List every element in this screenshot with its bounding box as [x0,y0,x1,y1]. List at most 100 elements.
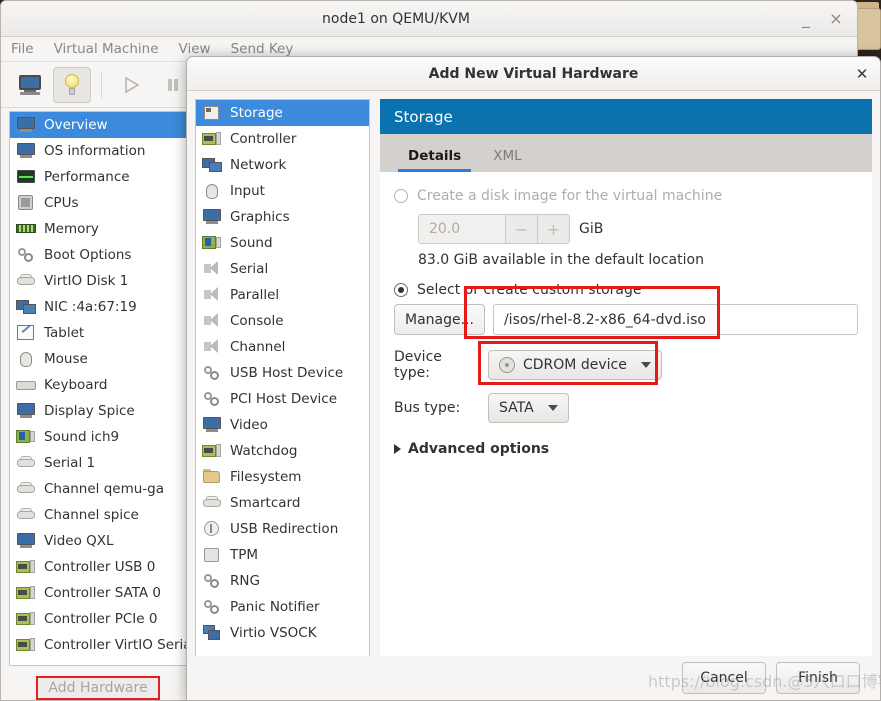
vm-hardware-item-label: Memory [44,221,99,237]
disk-size-value[interactable]: 20.0 [419,215,505,243]
hardware-type-item-panic-notifier[interactable]: Panic Notifier [196,594,369,620]
menu-send-key[interactable]: Send Key [231,41,294,57]
vm-hardware-item-controller-virtio-serial[interactable]: Controller VirtIO Serial [10,632,186,658]
vm-hardware-item-memory[interactable]: Memory [10,216,186,242]
hardware-type-item-graphics[interactable]: Graphics [196,204,369,230]
hardware-type-item-usb-host-device[interactable]: USB Host Device [196,360,369,386]
vm-hardware-item-os-information[interactable]: OS information [10,138,186,164]
hardware-type-item-smartcard[interactable]: Smartcard [196,490,369,516]
controller-card-icon [202,442,222,460]
vm-hardware-item-nic-4a-67-19[interactable]: NIC :4a:67:19 [10,294,186,320]
vm-hardware-item-mouse[interactable]: Mouse [10,346,186,372]
hardware-type-item-channel[interactable]: Channel [196,334,369,360]
hardware-type-item-usb-redirection[interactable]: USB Redirection [196,516,369,542]
monitor-icon [18,74,42,95]
hardware-type-item-parallel[interactable]: Parallel [196,282,369,308]
bus-type-row: Bus type: SATA [394,393,858,423]
sound-card-icon [16,428,36,446]
play-icon [125,76,140,93]
usb-icon [202,520,222,538]
hardware-type-item-label: Panic Notifier [230,599,320,615]
disk-size-increment-button[interactable]: + [537,215,569,243]
network-icon [202,156,222,174]
vm-hardware-item-label: Controller USB 0 [44,559,156,575]
run-button[interactable] [112,67,150,103]
create-disk-radio[interactable] [394,189,408,203]
hardware-type-item-video[interactable]: Video [196,412,369,438]
vm-hardware-item-cpus[interactable]: CPUs [10,190,186,216]
vm-hardware-item-virtio-disk-1[interactable]: VirtIO Disk 1 [10,268,186,294]
device-type-dropdown[interactable]: CDROM device [488,350,662,380]
monitor-icon [16,402,36,420]
vm-hardware-item-video-qxl[interactable]: Video QXL [10,528,186,554]
console-view-button[interactable] [11,67,49,103]
hardware-type-item-label: Input [230,183,265,199]
manage-button[interactable]: Manage... [394,304,485,335]
network-icon [16,298,36,316]
vm-hardware-item-sound-ich9[interactable]: Sound ich9 [10,424,186,450]
hardware-type-item-pci-host-device[interactable]: PCI Host Device [196,386,369,412]
disk-size-decrement-button[interactable]: − [505,215,537,243]
add-hardware-button[interactable]: Add Hardware [36,676,160,700]
vm-hardware-item-channel-spice[interactable]: Channel spice [10,502,186,528]
hardware-type-item-label: USB Redirection [230,521,339,537]
dialog-close-icon[interactable]: ✕ [852,64,872,84]
vm-hardware-item-tablet[interactable]: Tablet [10,320,186,346]
finish-button[interactable]: Finish [776,662,860,694]
hardware-type-item-tpm[interactable]: TPM [196,542,369,568]
custom-storage-option-row[interactable]: Select or create custom storage [394,282,858,298]
folder-icon [202,468,222,486]
monitor-icon [16,116,36,134]
menu-file[interactable]: File [11,41,34,57]
hardware-type-item-virtio-vsock[interactable]: Virtio VSOCK [196,620,369,646]
hardware-type-item-storage[interactable]: Storage [196,100,369,126]
toolbar-separator [101,71,102,98]
menu-view[interactable]: View [179,41,211,57]
vm-hardware-item-serial-1[interactable]: Serial 1 [10,450,186,476]
vm-hardware-item-display-spice[interactable]: Display Spice [10,398,186,424]
storage-path-input[interactable]: /isos/rhel-8.2-x86_64-dvd.iso [492,304,858,335]
panel-tabs: Details XML [380,134,872,172]
disk-size-spinner[interactable]: 20.0 − + [418,214,570,244]
vm-hardware-list[interactable]: Overview OS information Performance CPUs Mem… [9,111,187,666]
hardware-type-item-rng[interactable]: RNG [196,568,369,594]
hardware-type-item-serial[interactable]: Serial [196,256,369,282]
hardware-type-item-sound[interactable]: Sound [196,230,369,256]
speaker-port-icon [202,286,222,304]
hardware-type-item-controller[interactable]: Controller [196,126,369,152]
vm-hardware-item-label: Boot Options [44,247,132,263]
close-button[interactable]: × [821,4,851,34]
vm-hardware-item-keyboard[interactable]: Keyboard [10,372,186,398]
vm-hardware-item-label: Display Spice [44,403,135,419]
hardware-type-item-input[interactable]: Input [196,178,369,204]
hardware-type-item-label: Smartcard [230,495,301,511]
dialog-main-panel: Storage Details XML Create a disk image … [370,91,880,700]
vm-hardware-item-label: Controller VirtIO Serial [44,637,187,653]
hardware-type-item-network[interactable]: Network [196,152,369,178]
advanced-options-expander[interactable]: Advanced options [394,441,858,457]
controller-card-icon [16,636,36,654]
details-view-button[interactable] [53,66,91,103]
tab-xml[interactable]: XML [479,142,535,172]
vm-hardware-item-channel-qemu-ga[interactable]: Channel qemu-ga [10,476,186,502]
tab-details[interactable]: Details [394,142,475,172]
controller-card-icon [16,558,36,576]
bus-type-dropdown[interactable]: SATA [488,393,569,423]
minimize-button[interactable]: _ [791,4,821,34]
vm-hardware-item-controller-sata-0[interactable]: Controller SATA 0 [10,580,186,606]
chevron-down-icon [547,405,558,411]
vm-hardware-item-boot-options[interactable]: Boot Options [10,242,186,268]
vm-hardware-item-controller-usb-0[interactable]: Controller USB 0 [10,554,186,580]
hardware-type-list[interactable]: Storage Controller Network Input Graphics Sou… [195,99,370,692]
vm-hardware-item-controller-pcie-0[interactable]: Controller PCIe 0 [10,606,186,632]
vm-hardware-item-performance[interactable]: Performance [10,164,186,190]
hardware-type-item-console[interactable]: Console [196,308,369,334]
menu-virtual-machine[interactable]: Virtual Machine [54,41,159,57]
cancel-button[interactable]: Cancel [682,662,766,694]
gears-icon [202,572,222,590]
create-disk-option-row[interactable]: Create a disk image for the virtual mach… [394,188,858,204]
custom-storage-radio[interactable] [394,283,408,297]
vm-hardware-item-overview[interactable]: Overview [10,112,186,138]
hardware-type-item-filesystem[interactable]: Filesystem [196,464,369,490]
hardware-type-item-watchdog[interactable]: Watchdog [196,438,369,464]
